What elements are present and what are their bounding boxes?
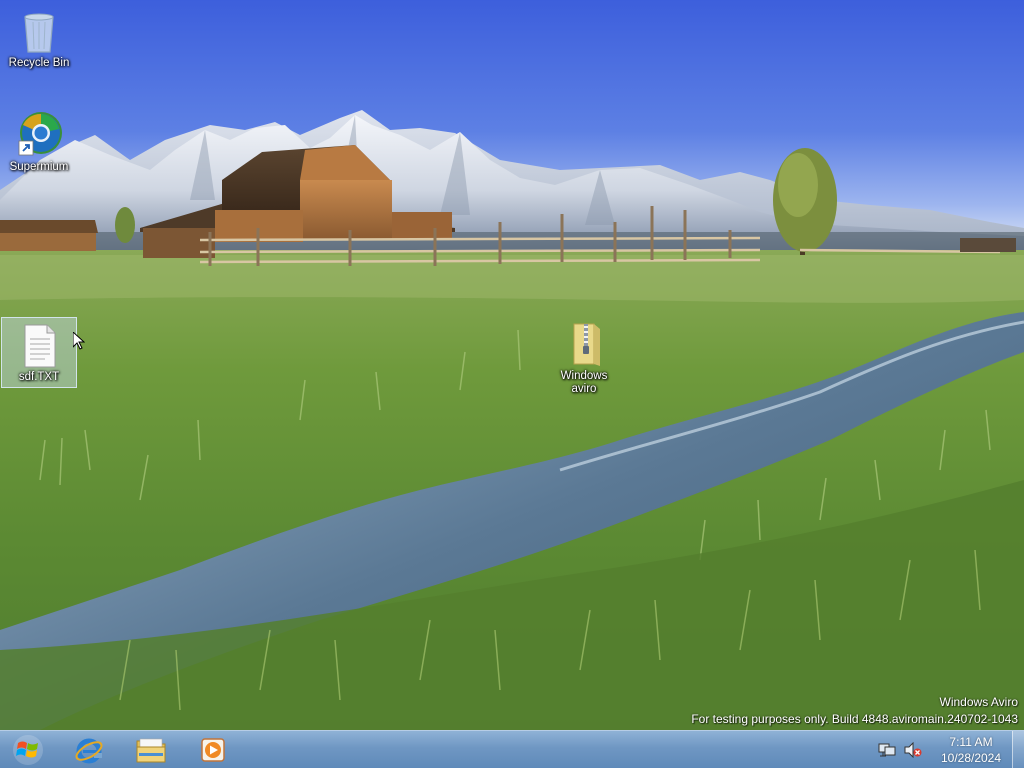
desktop-icon-windows-aviro[interactable]: Windows aviro [546,317,622,399]
network-icon[interactable] [876,739,898,761]
taskbar-file-explorer[interactable] [122,732,180,768]
build-watermark: Windows Aviro For testing purposes only.… [691,694,1018,728]
taskbar-clock[interactable]: 7:11 AM 10/28/2024 [934,734,1008,766]
windows-logo-icon [13,734,43,765]
internet-explorer-icon [75,738,103,763]
desktop-icon-label: Windows aviro [560,370,608,395]
desktop-icon-recycle-bin[interactable]: Recycle Bin [1,4,77,73]
desktop-icon-supermium[interactable]: Supermium [1,108,77,177]
start-button[interactable] [0,731,56,768]
wallpaper-scene [0,110,1024,730]
watermark-build: For testing purposes only. Build 4848.av… [691,712,1018,726]
system-tray: 7:11 AM 10/28/2024 [876,731,1024,768]
show-desktop-button[interactable] [1012,731,1024,768]
watermark-edition: Windows Aviro [939,695,1018,709]
clock-date: 10/28/2024 [940,751,1002,765]
volume-muted-icon[interactable] [902,739,924,761]
desktop-icon-label: Recycle Bin [8,57,70,69]
text-file-icon [15,321,63,369]
recycle-bin-icon [15,7,63,55]
desktop-icon-label: Supermium [9,161,69,173]
zip-folder-icon [560,320,608,368]
desktop-wallpaper [0,0,1024,730]
desktop-icon-sdf-txt[interactable]: sdf.TXT [1,317,77,388]
desktop-icon-label: sdf.TXT [18,371,60,383]
taskbar-media-player[interactable] [184,732,242,768]
mouse-cursor-icon [73,332,85,350]
supermium-browser-icon [15,111,63,159]
media-player-icon [201,737,225,762]
file-explorer-icon [136,738,166,762]
clock-time: 7:11 AM [949,735,993,749]
taskbar-internet-explorer[interactable] [60,732,118,768]
taskbar: 7:11 AM 10/28/2024 [0,730,1024,768]
